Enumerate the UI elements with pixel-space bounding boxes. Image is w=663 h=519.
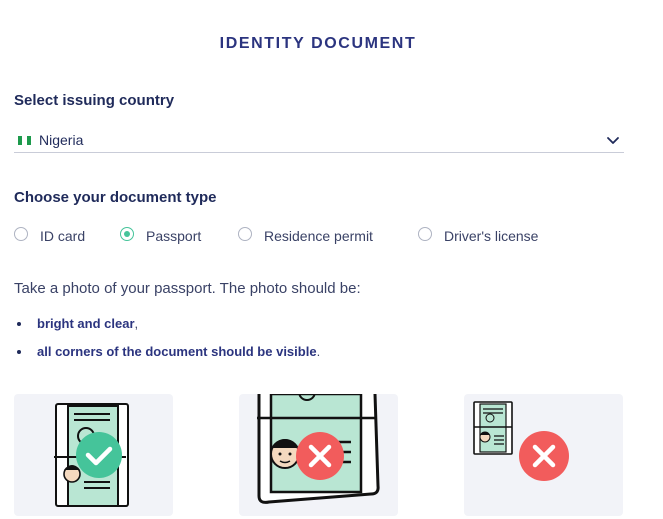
bullet-punctuation: .	[316, 344, 321, 359]
radio-button[interactable]	[238, 227, 252, 241]
passport-cropped-illustration	[257, 394, 380, 504]
page-title: IDENTITY DOCUMENT	[219, 35, 417, 52]
radio-label: Passport	[146, 228, 202, 244]
country-label: Select issuing country	[14, 92, 175, 109]
check-icon	[76, 432, 122, 478]
bullet-text: all corners of the document should be vi…	[37, 344, 317, 359]
bullet-item: all corners of the document should be vi…	[16, 344, 321, 359]
radio-label: Residence permit	[264, 228, 373, 244]
country-select[interactable]: Nigeria	[14, 128, 624, 153]
chevron-down-icon	[607, 137, 619, 144]
radio-label: ID card	[40, 228, 86, 244]
example-card-correct	[14, 394, 173, 516]
bullet-punctuation: ,	[134, 316, 139, 331]
radio-button[interactable]	[418, 227, 432, 241]
radio-label: Driver's license	[444, 228, 539, 244]
flag-stripe-right	[26, 136, 31, 145]
nigeria-flag-icon	[18, 136, 31, 145]
radio-button-checked[interactable]	[120, 227, 134, 241]
bullet-item: bright and clear,	[16, 316, 139, 331]
document-type-label: Choose your document type	[14, 189, 217, 206]
passport-correct-illustration	[54, 403, 129, 507]
country-value: Nigeria	[39, 132, 84, 148]
example-card-cropped	[239, 394, 398, 516]
instructions-text: Take a photo of your passport. The photo…	[14, 280, 361, 297]
example-card-too-small	[464, 394, 623, 516]
bullet-text: bright and clear	[37, 316, 135, 331]
radio-button[interactable]	[14, 227, 28, 241]
passport-small-illustration	[473, 401, 569, 481]
